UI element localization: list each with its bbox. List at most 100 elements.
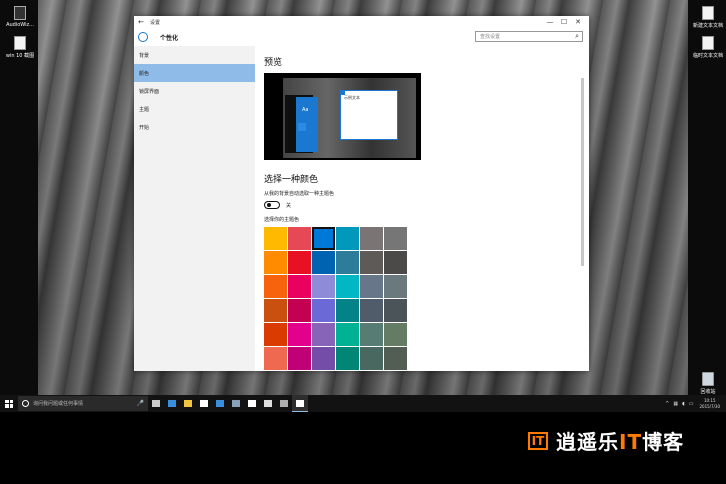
- preview-window: 示例文本: [340, 90, 398, 140]
- taskbar-photos-button[interactable]: [212, 395, 228, 412]
- tray-up-arrow-icon[interactable]: ^: [665, 401, 669, 407]
- taskbar-task-view-button[interactable]: [148, 395, 164, 412]
- color-swatch[interactable]: [312, 347, 335, 370]
- preview-tile: [298, 123, 306, 131]
- color-swatch[interactable]: [360, 323, 383, 346]
- color-swatch[interactable]: [384, 227, 407, 250]
- sidebar-item-background[interactable]: 背景: [134, 46, 255, 64]
- watermark-text-it: IT: [619, 430, 643, 454]
- app-icon: [232, 400, 240, 407]
- settings-icon: [296, 399, 304, 407]
- color-swatch[interactable]: [336, 299, 359, 322]
- search-icon[interactable]: ⌕: [575, 32, 579, 41]
- sidebar-item-themes[interactable]: 主题: [134, 100, 255, 118]
- color-swatch[interactable]: [360, 275, 383, 298]
- color-swatch[interactable]: [360, 227, 383, 250]
- color-swatch[interactable]: [288, 323, 311, 346]
- color-swatch[interactable]: [264, 251, 287, 274]
- color-swatch[interactable]: [264, 347, 287, 370]
- desktop-icon-label: 新建文本文档: [692, 23, 723, 29]
- sidebar-item-start[interactable]: 开始: [134, 118, 255, 136]
- close-button[interactable]: ✕: [571, 16, 585, 28]
- network-icon[interactable]: ▦: [673, 401, 678, 407]
- photos-icon: [216, 400, 224, 407]
- maximize-button[interactable]: ☐: [557, 16, 571, 28]
- color-swatch[interactable]: [336, 227, 359, 250]
- taskbar-file-explorer-button[interactable]: [180, 395, 196, 412]
- settings-header: 个性化 查找设置 ⌕: [134, 28, 589, 46]
- color-swatch[interactable]: [288, 251, 311, 274]
- cortana-placeholder: 询问我问题或任何事情: [33, 401, 84, 407]
- color-swatch[interactable]: [312, 251, 335, 274]
- desktop-icon-recycle-bin[interactable]: 回收站: [690, 372, 726, 395]
- cortana-search-box[interactable]: 询问我问题或任何事情 🎤: [18, 396, 148, 411]
- color-swatch[interactable]: [384, 275, 407, 298]
- color-swatch[interactable]: [312, 275, 335, 298]
- sidebar-item-lock-screen[interactable]: 锁屏界面: [134, 82, 255, 100]
- desktop-icon-audiowizard[interactable]: AudioWiz...: [2, 6, 38, 28]
- volume-icon[interactable]: ◖: [682, 401, 685, 407]
- color-swatch[interactable]: [360, 347, 383, 370]
- preview-aa: Aa: [302, 107, 309, 113]
- taskbar-store-button[interactable]: [196, 395, 212, 412]
- color-swatch[interactable]: [312, 323, 335, 346]
- color-swatch[interactable]: [336, 251, 359, 274]
- taskbar-app-button[interactable]: [276, 395, 292, 412]
- auto-pick-label: 从我的背景自动选取一种主题色: [264, 191, 335, 197]
- toggle-state: 关: [286, 203, 292, 209]
- edge-icon: [168, 400, 176, 407]
- scrollbar[interactable]: [581, 78, 584, 266]
- notifications-icon[interactable]: ▭: [689, 401, 694, 407]
- photos-icon: [264, 400, 272, 407]
- color-swatch[interactable]: [264, 227, 287, 250]
- store-icon: [200, 400, 208, 407]
- choose-color-heading: 选择一种颜色: [264, 175, 319, 185]
- document-icon: [702, 36, 714, 50]
- taskbar: 询问我问题或任何事情 🎤 ^ ▦ ◖ ▭ 10:15 2015/7/30: [0, 395, 726, 412]
- taskbar-settings-button[interactable]: [292, 395, 308, 412]
- color-swatch[interactable]: [384, 323, 407, 346]
- color-swatch[interactable]: [336, 347, 359, 370]
- desktop-right-band: [688, 0, 726, 395]
- color-swatch[interactable]: [312, 227, 335, 250]
- desktop-icon-label: win 10 截图: [5, 53, 35, 59]
- color-swatch[interactable]: [264, 323, 287, 346]
- clock[interactable]: 10:15 2015/7/30: [699, 398, 720, 410]
- microphone-icon[interactable]: 🎤: [137, 400, 144, 407]
- color-swatch[interactable]: [384, 299, 407, 322]
- taskbar-edge-button[interactable]: [164, 395, 180, 412]
- taskbar-app-button[interactable]: [244, 395, 260, 412]
- color-swatch[interactable]: [288, 299, 311, 322]
- taskbar-photos-button[interactable]: [260, 395, 276, 412]
- color-swatch[interactable]: [288, 347, 311, 370]
- desktop-icon-temp-text[interactable]: 临时文本文档: [690, 36, 726, 59]
- desktop-icon-new-text[interactable]: 新建文本文档: [690, 6, 726, 29]
- desktop-icon-win10-screenshot[interactable]: win 10 截图: [2, 36, 38, 59]
- color-swatch[interactable]: [288, 227, 311, 250]
- minimize-button[interactable]: —: [543, 16, 557, 28]
- watermark-text-pre: 逍遥乐: [556, 430, 619, 454]
- color-swatch[interactable]: [336, 323, 359, 346]
- color-swatch[interactable]: [264, 299, 287, 322]
- search-input[interactable]: 查找设置 ⌕: [475, 31, 583, 42]
- document-icon: [14, 36, 26, 50]
- taskbar-apps: [148, 395, 308, 412]
- color-swatch[interactable]: [264, 275, 287, 298]
- windows-logo-icon: [5, 399, 13, 408]
- taskbar-app-button[interactable]: [228, 395, 244, 412]
- color-swatch[interactable]: [288, 275, 311, 298]
- back-arrow-icon[interactable]: ←: [134, 18, 148, 26]
- auto-pick-toggle[interactable]: [264, 201, 280, 209]
- preview-sample-text: 示例文本: [344, 95, 360, 100]
- page-title: 个性化: [160, 34, 179, 42]
- start-button[interactable]: [2, 395, 16, 412]
- color-swatch[interactable]: [360, 251, 383, 274]
- colors-content: 预览 Aa 示例文本 选择一种颜色 从我的背景自动选取一种主题色 关 选择你的主…: [255, 46, 585, 371]
- color-swatch[interactable]: [312, 299, 335, 322]
- app-icon: [280, 400, 288, 407]
- color-swatch[interactable]: [384, 251, 407, 274]
- color-swatch[interactable]: [384, 347, 407, 370]
- color-swatch[interactable]: [336, 275, 359, 298]
- sidebar-item-colors[interactable]: 颜色: [134, 64, 255, 82]
- color-swatch[interactable]: [360, 299, 383, 322]
